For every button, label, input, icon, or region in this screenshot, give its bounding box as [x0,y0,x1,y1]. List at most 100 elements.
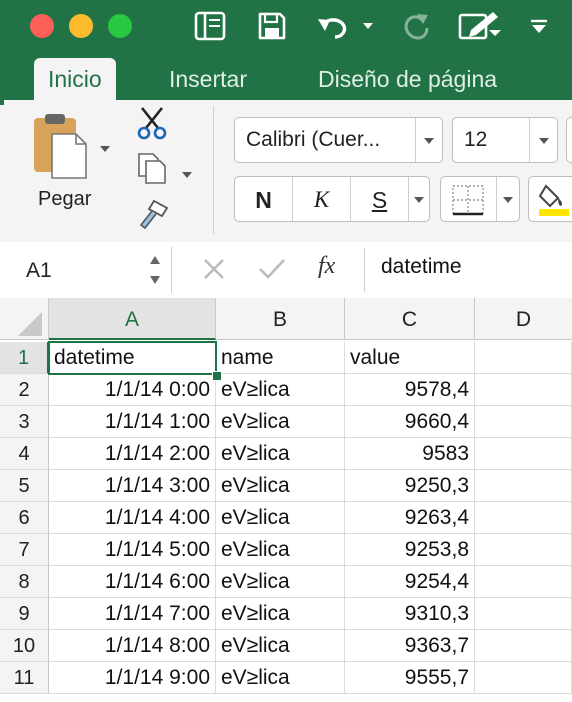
underline-dropdown-icon[interactable] [413,196,425,204]
row-header[interactable]: 6 [0,502,49,534]
cell-b3[interactable]: eV≥lica [216,406,345,438]
column-header-b[interactable]: B [216,298,345,340]
cell-c10[interactable]: 9363,7 [345,630,475,662]
format-painter-icon[interactable] [136,198,170,235]
name-box[interactable]: A1 [4,247,172,293]
redo-icon[interactable] [400,10,432,42]
borders-dropdown[interactable] [440,176,520,222]
cell-a9[interactable]: 1/1/14 7:00 [49,598,216,630]
fill-handle[interactable] [212,371,222,381]
row-header[interactable]: 1 [0,342,49,374]
cell-a6[interactable]: 1/1/14 4:00 [49,502,216,534]
cancel-formula-icon[interactable] [200,255,228,288]
cell-a7[interactable]: 1/1/14 5:00 [49,534,216,566]
cell-a1[interactable]: datetime [49,342,216,374]
cell-d7[interactable] [475,534,572,566]
cell-d4[interactable] [475,438,572,470]
cell-a2[interactable]: 1/1/14 0:00 [49,374,216,406]
cell-b11[interactable]: eV≥lica [216,662,345,694]
cell-c6[interactable]: 9263,4 [345,502,475,534]
cell-a10[interactable]: 1/1/14 8:00 [49,630,216,662]
cell-d1[interactable] [475,342,572,374]
cell-d5[interactable] [475,470,572,502]
cell-c3[interactable]: 9660,4 [345,406,475,438]
cell-c2[interactable]: 9578,4 [345,374,475,406]
cell-b8[interactable]: eV≥lica [216,566,345,598]
cell-a11[interactable]: 1/1/14 9:00 [49,662,216,694]
row-header[interactable]: 11 [0,662,49,694]
cell-c9[interactable]: 9310,3 [345,598,475,630]
cell-b4[interactable]: eV≥lica [216,438,345,470]
row-header[interactable]: 3 [0,406,49,438]
font-name-dropdown[interactable]: Calibri (Cuer... [234,117,443,163]
formula-input[interactable]: datetime [381,255,462,279]
row-header[interactable]: 10 [0,630,49,662]
cell-d10[interactable] [475,630,572,662]
name-box-stepper-icon[interactable] [148,253,162,287]
row-header[interactable]: 5 [0,470,49,502]
font-size-dropdown[interactable]: 12 [452,117,558,163]
column-header-a[interactable]: A [49,298,216,340]
sidebar-icon[interactable] [192,10,228,42]
cell-b6[interactable]: eV≥lica [216,502,345,534]
italic-button[interactable]: K [293,177,350,221]
cell-c11[interactable]: 9555,7 [345,662,475,694]
paste-dropdown-icon[interactable] [99,140,111,158]
grow-font-button[interactable] [566,117,572,163]
cell-b7[interactable]: eV≥lica [216,534,345,566]
cell-c1[interactable]: value [345,342,475,374]
save-icon[interactable] [254,10,290,42]
cell-b2[interactable]: eV≥lica [216,374,345,406]
row-header[interactable]: 8 [0,566,49,598]
cell-d11[interactable] [475,662,572,694]
column-header-d[interactable]: D [475,298,572,340]
table-row: 5 1/1/14 3:00 eV≥lica 9250,3 [0,470,572,502]
font-name-value: Calibri (Cuer... [246,128,381,151]
cell-a3[interactable]: 1/1/14 1:00 [49,406,216,438]
cut-icon[interactable] [136,106,168,145]
customize-dropdown-icon[interactable] [528,10,550,42]
cell-d6[interactable] [475,502,572,534]
row-header[interactable]: 7 [0,534,49,566]
cell-a8[interactable]: 1/1/14 6:00 [49,566,216,598]
copy-dropdown-icon[interactable] [181,166,193,184]
cell-a4[interactable]: 1/1/14 2:00 [49,438,216,470]
underline-button[interactable]: S [351,177,408,221]
cell-b9[interactable]: eV≥lica [216,598,345,630]
cell-c7[interactable]: 9253,8 [345,534,475,566]
zoom-window-button[interactable] [108,14,132,38]
cell-a5[interactable]: 1/1/14 3:00 [49,470,216,502]
cell-b10[interactable]: eV≥lica [216,630,345,662]
ribbon-home: Pegar Calibri (Cuer... 12 N K S [0,99,572,243]
cell-c8[interactable]: 9254,4 [345,566,475,598]
row-header[interactable]: 2 [0,374,49,406]
paste-icon[interactable] [32,112,90,180]
chevron-down-icon [539,138,549,144]
cell-c5[interactable]: 9250,3 [345,470,475,502]
undo-icon[interactable] [314,10,352,42]
cell-c4[interactable]: 9583 [345,438,475,470]
fill-color-button[interactable] [528,176,572,222]
tab-diseno-de-pagina[interactable]: Diseño de página [304,58,511,100]
select-all-button[interactable] [0,298,49,340]
paste-label[interactable]: Pegar [38,188,91,211]
row-header[interactable]: 4 [0,438,49,470]
cell-b5[interactable]: eV≥lica [216,470,345,502]
row-header[interactable]: 9 [0,598,49,630]
edit-icon[interactable] [456,10,504,42]
undo-dropdown-icon[interactable] [360,10,376,42]
confirm-formula-icon[interactable] [256,255,288,288]
tab-inicio[interactable]: Inicio [34,58,116,100]
cell-d3[interactable] [475,406,572,438]
copy-icon[interactable] [137,152,167,189]
cell-d8[interactable] [475,566,572,598]
close-window-button[interactable] [30,14,54,38]
cell-d2[interactable] [475,374,572,406]
bold-button[interactable]: N [235,177,292,221]
column-header-c[interactable]: C [345,298,475,340]
minimize-window-button[interactable] [69,14,93,38]
tab-insertar[interactable]: Insertar [155,58,261,100]
cell-b1[interactable]: name [216,342,345,374]
insert-function-button[interactable]: fx [318,253,335,280]
cell-d9[interactable] [475,598,572,630]
